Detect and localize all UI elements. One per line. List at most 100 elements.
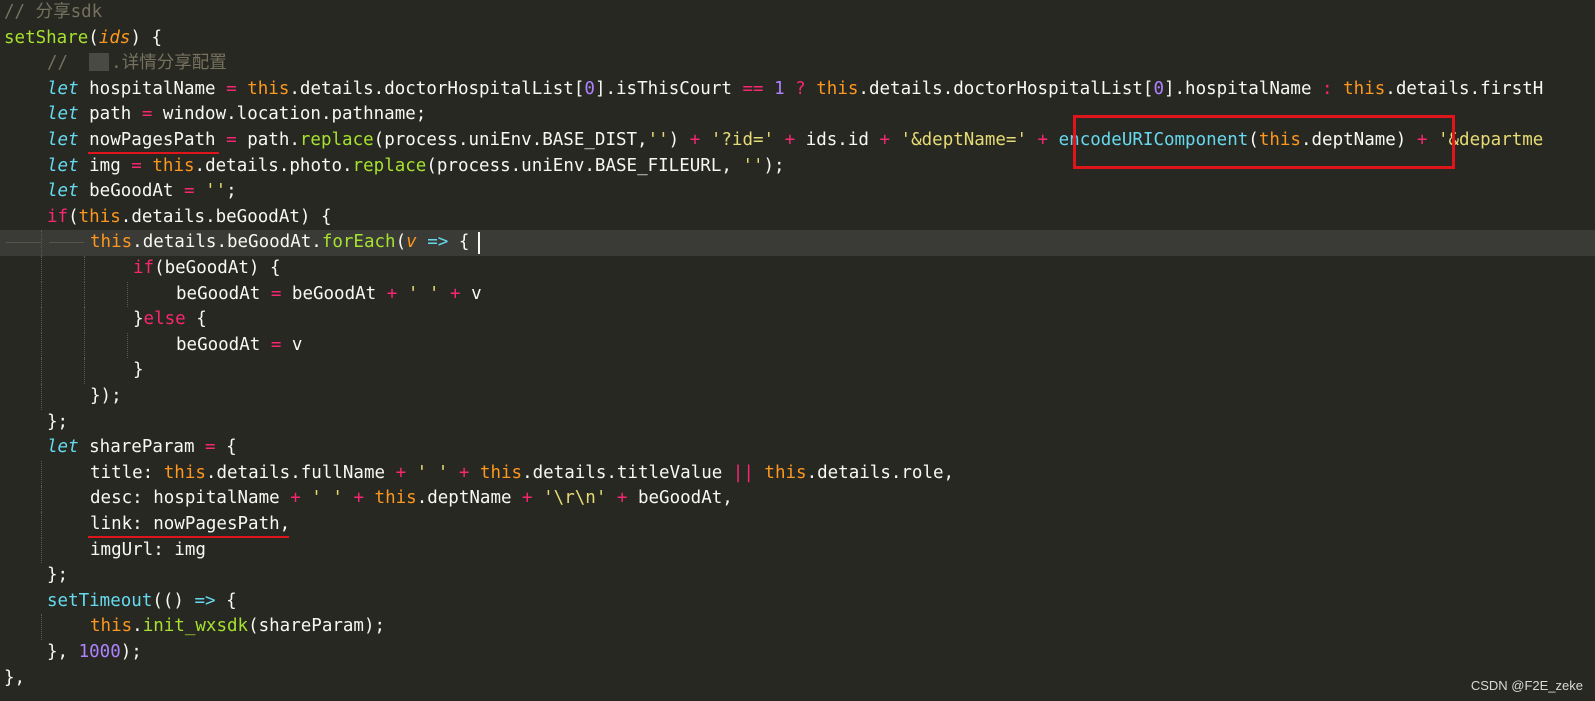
code-token: (	[88, 27, 99, 48]
code-token: imgUrl: img	[90, 539, 206, 560]
code-line[interactable]: // .详情分享配置	[0, 51, 1595, 77]
code-token: };	[47, 565, 69, 586]
code-token: setShare	[4, 27, 89, 48]
code-token: 1000	[78, 642, 121, 662]
indent-guide	[41, 281, 42, 308]
code-line[interactable]: if(this.details.beGoodAt) {	[0, 205, 1595, 231]
code-text: if(beGoodAt) {	[133, 256, 281, 282]
code-token: shareParam	[78, 437, 206, 458]
code-line[interactable]: imgUrl: img	[0, 537, 1595, 564]
code-line[interactable]: });	[0, 384, 1595, 410]
code-token: '&deptName='	[900, 130, 1027, 150]
image-placeholder-icon	[89, 53, 110, 72]
code-token: replace	[352, 155, 427, 176]
tab-marker	[6, 242, 41, 244]
code-line[interactable]: };	[0, 410, 1595, 436]
code-line[interactable]: let beGoodAt = '';	[0, 179, 1595, 205]
code-line[interactable]: setTimeout(() => {	[0, 589, 1595, 615]
code-token: +	[879, 130, 890, 150]
code-text: let img = this.details.photo.replace(pro…	[47, 154, 785, 180]
code-text: this.init_wxsdk(shareParam);	[90, 614, 385, 640]
tab-marker	[49, 242, 84, 244]
indent-guide	[127, 281, 128, 308]
code-token: );	[763, 155, 785, 176]
code-token: hospitalName	[78, 78, 227, 99]
code-editor[interactable]: // 分享sdk setShare(ids) {// .详情分享配置 let hos…	[0, 0, 1595, 701]
code-line[interactable]: }, 1000);	[0, 640, 1595, 666]
indent-guide	[41, 486, 42, 512]
code-token: +	[449, 283, 461, 304]
code-token: ''	[205, 181, 227, 202]
code-token: =>	[194, 590, 216, 611]
code-token: this	[1343, 78, 1386, 99]
code-token: v	[460, 283, 482, 304]
code-line[interactable]: }	[0, 358, 1595, 384]
indent-guide	[41, 384, 42, 410]
code-token: this	[479, 462, 523, 483]
code-token: beGoodAt	[176, 283, 271, 304]
code-token: init_wxsdk	[142, 616, 249, 637]
code-line[interactable]: if(beGoodAt) {	[0, 256, 1595, 282]
code-token: +	[522, 488, 533, 509]
code-line[interactable]: let shareParam = {	[0, 435, 1595, 461]
code-line[interactable]: },	[0, 666, 1595, 692]
code-token: replace	[299, 130, 374, 150]
indent-guide	[127, 332, 128, 359]
code-text: },	[4, 666, 25, 692]
code-token: ;	[226, 181, 237, 202]
code-token: },	[4, 667, 26, 688]
code-line[interactable]: // 分享sdk	[0, 0, 1595, 26]
code-token: +	[784, 130, 796, 150]
code-token: let	[47, 78, 79, 99]
code-token: ' '	[311, 488, 343, 509]
code-text: this.details.beGoodAt.forEach(v => {	[90, 230, 469, 256]
code-line[interactable]: title: this.details.fullName + ' ' + thi…	[0, 460, 1595, 487]
underline-nowpagespath-declaration	[88, 152, 219, 154]
code-token: ==	[742, 78, 764, 99]
code-line[interactable]: this.init_wxsdk(shareParam);	[0, 614, 1595, 640]
code-token: setTimeout	[47, 590, 153, 611]
code-token: let	[47, 181, 79, 202]
indent-guide	[41, 358, 42, 384]
code-token: .details.firstH	[1385, 78, 1544, 99]
code-line[interactable]: this.details.beGoodAt.forEach(v => {	[0, 230, 1595, 256]
code-token: {	[448, 232, 470, 253]
code-line[interactable]: };	[0, 563, 1595, 589]
indent-guide	[84, 358, 85, 384]
indent-guide	[84, 307, 85, 333]
code-token: link: nowPagesPath,	[90, 514, 291, 534]
code-text: title: this.details.fullName + ' ' + thi…	[90, 461, 954, 487]
code-token: +	[353, 488, 364, 509]
code-token: .details.beGoodAt.	[132, 232, 322, 253]
code-token: (beGoodAt) {	[154, 258, 281, 278]
code-token: =	[141, 104, 153, 125]
code-token: )	[668, 130, 690, 150]
indent-guide	[41, 307, 42, 333]
indent-guide	[41, 332, 42, 359]
code-token: +	[458, 462, 470, 483]
code-token: =	[131, 155, 142, 176]
code-token: +	[290, 488, 301, 509]
watermark: CSDN @F2E_zeke	[1470, 678, 1583, 693]
code-line[interactable]: desc: hospitalName + ' ' + this.deptName…	[0, 486, 1595, 512]
code-token: .details.doctorHospitalList[	[858, 78, 1154, 99]
code-token: nowPagesPath	[78, 130, 227, 150]
code-line[interactable]: beGoodAt = beGoodAt + ' ' + v	[0, 281, 1595, 308]
code-line[interactable]: beGoodAt = v	[0, 332, 1595, 359]
code-token: this	[764, 462, 807, 483]
code-text: };	[47, 410, 68, 436]
code-line[interactable]: let hospitalName = this.details.doctorHo…	[0, 77, 1595, 103]
code-token: },	[47, 642, 79, 662]
code-token: 0	[1153, 78, 1164, 99]
code-line[interactable]: setShare(ids) {	[0, 26, 1595, 52]
code-line[interactable]: }else {	[0, 307, 1595, 333]
code-line[interactable]: link: nowPagesPath,	[0, 512, 1595, 538]
